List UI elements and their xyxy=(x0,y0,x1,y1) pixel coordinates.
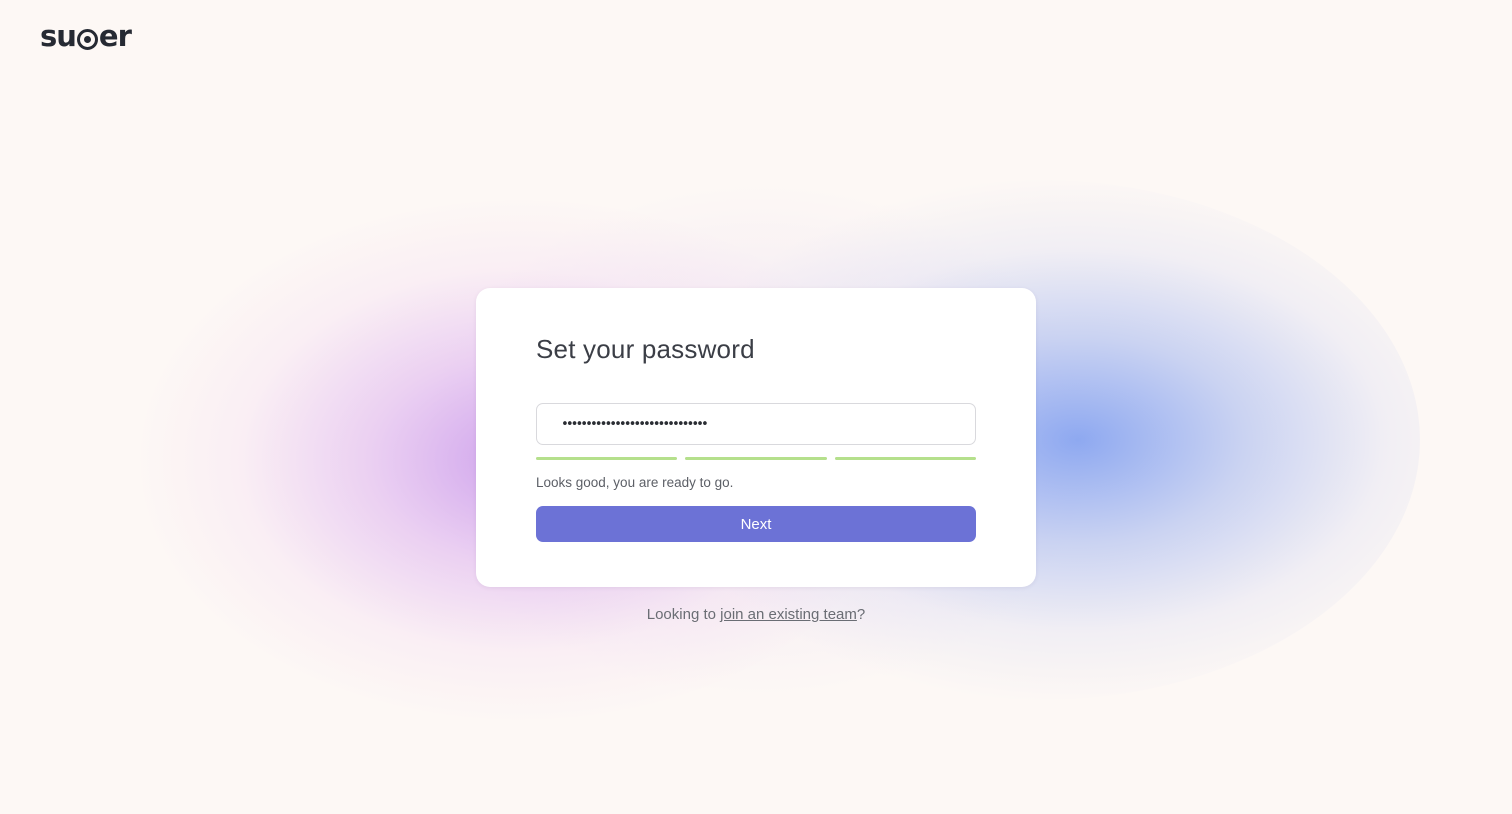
page-title: Set your password xyxy=(536,334,755,364)
super-logo: su er xyxy=(40,19,132,53)
password-strength-meter xyxy=(536,457,976,460)
next-button[interactable]: Next xyxy=(536,506,976,542)
logo-text-end: er xyxy=(98,19,132,53)
logo-mark-icon xyxy=(76,29,98,50)
logo-text-start: su xyxy=(40,19,77,53)
join-existing-team-link[interactable]: join an existing team xyxy=(720,606,857,623)
join-team-suffix: ? xyxy=(856,606,866,623)
password-hint: Looks good, you are ready to go. xyxy=(536,475,734,490)
set-password-card: Set your password Looks good, you are re… xyxy=(476,288,1036,587)
join-team-prefix: Looking to xyxy=(646,606,721,623)
strength-segment xyxy=(685,457,827,460)
strength-segment xyxy=(536,457,678,460)
password-input[interactable] xyxy=(536,403,976,445)
strength-segment xyxy=(834,457,976,460)
join-team-prompt: Looking to join an existing team? xyxy=(0,605,1512,625)
